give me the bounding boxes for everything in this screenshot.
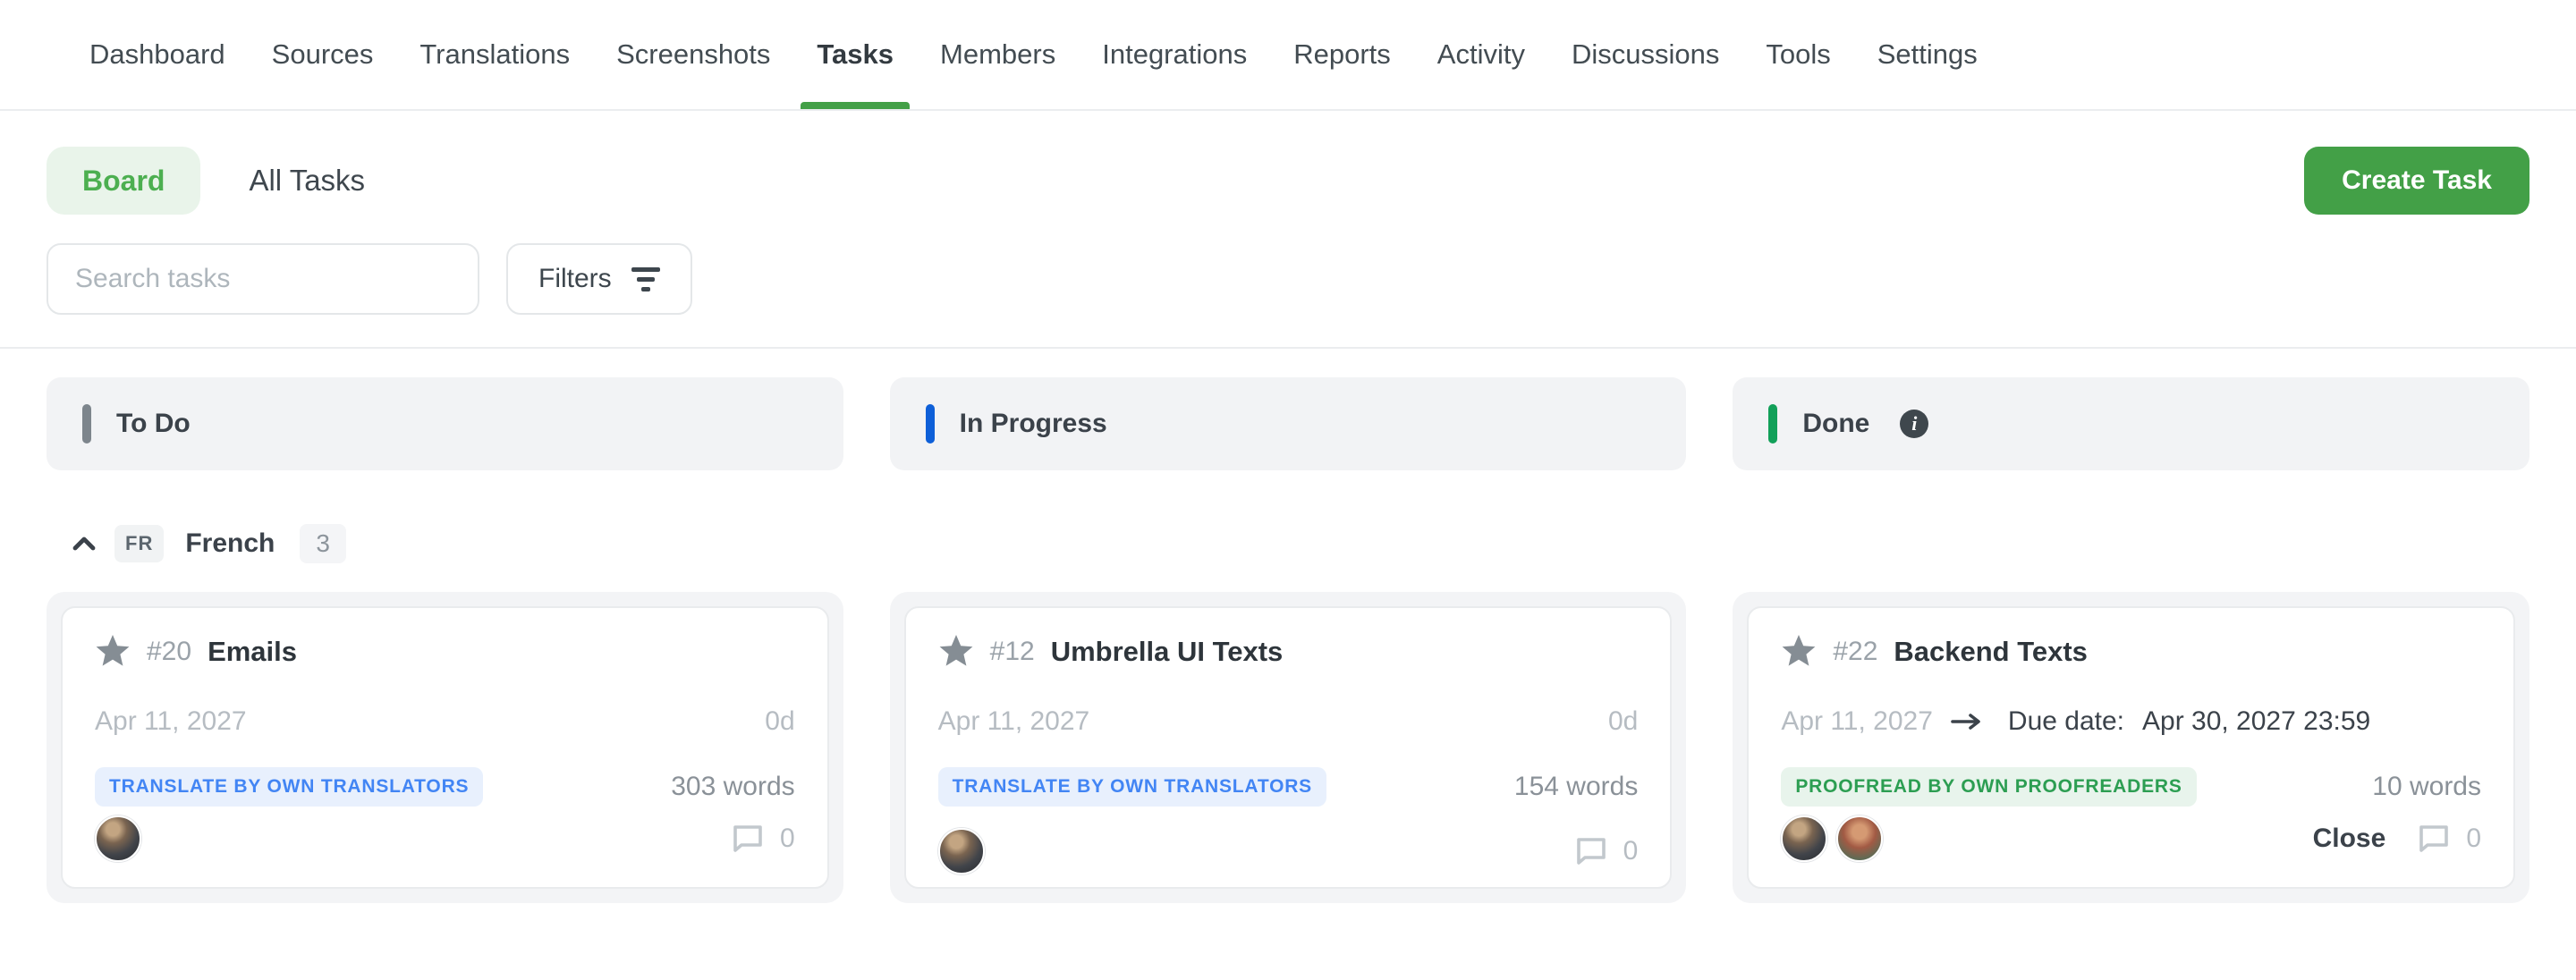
comment-bubble-icon [2416, 821, 2452, 857]
column-label: Done [1802, 409, 1869, 439]
comment-bubble-icon [730, 821, 766, 857]
star-icon[interactable] [95, 635, 131, 669]
chevron-up-icon[interactable] [72, 536, 97, 552]
task-title: Backend Texts [1894, 636, 2088, 668]
comment-count: 0 [2466, 824, 2481, 854]
comment-count: 0 [1623, 836, 1639, 866]
card-date-row: Apr 11, 2027 0d [938, 706, 1639, 737]
nav-item-integrations[interactable]: Integrations [1079, 0, 1270, 109]
comment-bubble-icon [1573, 833, 1609, 869]
filters-button[interactable]: Filters [506, 243, 692, 315]
close-task-link[interactable]: Close [2313, 824, 2386, 854]
nav-item-sources[interactable]: Sources [249, 0, 397, 109]
language-group-header[interactable]: FR French 3 [0, 470, 2576, 592]
task-id: #20 [147, 637, 191, 667]
nav-item-tools[interactable]: Tools [1742, 0, 1853, 109]
assignee-avatar[interactable] [938, 828, 985, 874]
filter-bar: Filters [0, 215, 2576, 349]
comment-count: 0 [780, 824, 795, 854]
star-icon[interactable] [1781, 635, 1817, 669]
column-header-todo: To Do [47, 377, 843, 470]
start-date: Apr 11, 2027 [95, 706, 247, 737]
task-title: Umbrella UI Texts [1051, 636, 1284, 668]
card-footer: Close 0 [1781, 815, 2481, 862]
status-badge: Translate by own translators [95, 767, 483, 807]
nav-item-activity[interactable]: Activity [1414, 0, 1548, 109]
nav-item-tasks[interactable]: Tasks [793, 0, 917, 109]
word-count: 10 words [2372, 772, 2481, 802]
board-cards-row: #20 Emails Apr 11, 2027 0d Translate by … [0, 592, 2576, 903]
card-badge-row: Proofread by own proofreaders 10 words [1781, 767, 2481, 807]
in-progress-column-lane: #12 Umbrella UI Texts Apr 11, 2027 0d Tr… [890, 592, 1687, 903]
card-footer: 0 [95, 815, 795, 862]
card-badge-row: Translate by own translators 303 words [95, 767, 795, 807]
comments[interactable]: 0 [2416, 821, 2481, 857]
language-name: French [185, 528, 275, 559]
task-id: #12 [990, 637, 1035, 667]
todo-color-bar [82, 404, 91, 444]
duration: 0d [765, 706, 794, 737]
language-code-badge: FR [114, 525, 164, 562]
card-title-row: #20 Emails [95, 635, 795, 669]
task-id: #22 [1833, 637, 1877, 667]
due-date-label: Due date: [2008, 706, 2124, 737]
filter-lines-icon [631, 267, 660, 291]
nav-item-settings[interactable]: Settings [1854, 0, 2001, 109]
status-badge: Translate by own translators [938, 767, 1326, 807]
task-count-badge: 3 [300, 524, 346, 563]
card-title-row: #12 Umbrella UI Texts [938, 635, 1639, 669]
column-header-in-progress: In Progress [890, 377, 1687, 470]
done-color-bar [1768, 404, 1777, 444]
column-label: In Progress [960, 409, 1107, 439]
card-footer: 0 [938, 828, 1639, 874]
duration: 0d [1608, 706, 1638, 737]
view-toolbar: Board All Tasks Create Task [0, 111, 2576, 215]
nav-item-translations[interactable]: Translations [396, 0, 593, 109]
comments[interactable]: 0 [1573, 833, 1639, 869]
in-progress-color-bar [926, 404, 935, 444]
word-count: 154 words [1514, 772, 1638, 802]
assignee-avatar[interactable] [1836, 815, 1883, 862]
nav-item-screenshots[interactable]: Screenshots [593, 0, 793, 109]
task-card-backend-texts[interactable]: #22 Backend Texts Apr 11, 2027 Due date:… [1747, 606, 2515, 889]
tasks-board-page: Dashboard Sources Translations Screensho… [0, 0, 2576, 980]
card-date-row: Apr 11, 2027 0d [95, 706, 795, 737]
word-count: 303 words [671, 772, 794, 802]
tab-all-tasks[interactable]: All Tasks [249, 164, 365, 198]
filters-button-label: Filters [538, 264, 612, 294]
start-date: Apr 11, 2027 [938, 706, 1090, 737]
card-date-row: Apr 11, 2027 Due date: Apr 30, 2027 23:5… [1781, 706, 2481, 737]
arrow-right-icon [1951, 713, 1983, 731]
project-nav: Dashboard Sources Translations Screensho… [0, 0, 2576, 111]
board-column-headers: To Do In Progress Done i [0, 349, 2576, 470]
search-input[interactable] [47, 243, 479, 315]
nav-item-members[interactable]: Members [917, 0, 1079, 109]
done-column-lane: #22 Backend Texts Apr 11, 2027 Due date:… [1733, 592, 2529, 903]
nav-item-discussions[interactable]: Discussions [1548, 0, 1742, 109]
task-card-emails[interactable]: #20 Emails Apr 11, 2027 0d Translate by … [61, 606, 829, 889]
comments[interactable]: 0 [730, 821, 795, 857]
task-card-umbrella-ui-texts[interactable]: #12 Umbrella UI Texts Apr 11, 2027 0d Tr… [904, 606, 1673, 889]
nav-item-reports[interactable]: Reports [1270, 0, 1414, 109]
column-header-done: Done i [1733, 377, 2529, 470]
assignee-avatar[interactable] [95, 815, 141, 862]
card-badge-row: Translate by own translators 154 words [938, 767, 1639, 807]
due-date-value: Apr 30, 2027 23:59 [2142, 706, 2370, 737]
column-label: To Do [116, 409, 191, 439]
task-title: Emails [208, 636, 297, 668]
todo-column-lane: #20 Emails Apr 11, 2027 0d Translate by … [47, 592, 843, 903]
start-date: Apr 11, 2027 [1781, 706, 1933, 737]
info-icon[interactable]: i [1900, 410, 1928, 438]
create-task-button[interactable]: Create Task [2304, 147, 2529, 215]
star-icon[interactable] [938, 635, 974, 669]
assignee-avatar[interactable] [1781, 815, 1827, 862]
nav-item-dashboard[interactable]: Dashboard [66, 0, 249, 109]
status-badge: Proofread by own proofreaders [1781, 767, 2196, 807]
tab-board[interactable]: Board [47, 147, 200, 215]
card-title-row: #22 Backend Texts [1781, 635, 2481, 669]
